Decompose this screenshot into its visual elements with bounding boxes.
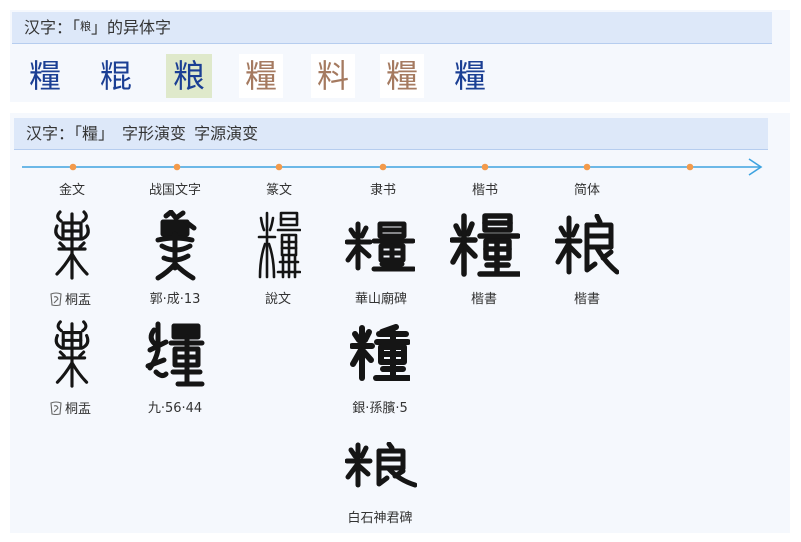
glyph-jianti [555,214,619,275]
variant-char-selected[interactable]: 粮 [166,54,212,98]
stage-label-lishu: 隶书 [369,183,396,198]
variants-header-suffix: 」的异体字 [91,18,172,37]
stage-label-zhuanwen: 篆文 [265,183,292,198]
caption-lishu: 白石神君碑 [347,511,413,526]
caption-text: 桐盂 [64,402,91,417]
caption-jinwen: 桐盂 [20,400,120,419]
timeline-dot [173,163,181,171]
glyph-jinwen [54,320,90,388]
glyph-kaishu [450,213,520,277]
caption-text: 桐盂 [64,293,91,308]
caption-zhanguo: 郭·成·13 [149,292,201,307]
variant-char-image[interactable]: 糧 [380,54,424,98]
timeline-dot [481,163,489,171]
timeline [22,158,763,176]
timeline-dot [686,163,694,171]
caption-lishu: 華山廟碑 [354,292,407,307]
timeline-dot [583,163,591,171]
glyph-zhuanwen [257,211,301,279]
variants-header: 汉字：「粮」的异体字 [12,12,772,44]
variants-header-char-image: 粮 [80,20,92,33]
caption-kaishu: 楷書 [470,292,497,307]
variants-header-prefix: 汉字：「 [24,18,81,37]
variant-char[interactable]: 䊐 [94,54,138,98]
timeline-dot [69,163,77,171]
bronze-inscription-icon [50,292,62,307]
source-evolution-link[interactable]: 字源演变 [194,124,258,143]
bronze-inscription-icon [50,401,62,416]
stage-label-zhanguo: 战国文字 [148,183,201,198]
glyph-lishu [350,324,410,381]
evolution-header: 汉字：「糧」 字形演变 字源演变 [14,118,768,150]
glyph-zhanguo [155,210,197,281]
caption-jinwen: 桐盂 [20,291,120,310]
variant-char[interactable]: 糧 [448,54,492,98]
stage-label-jianti: 简体 [573,183,600,198]
evolution-header-char: 糧 [82,124,99,143]
glyph-jinwen [54,210,90,280]
caption-zhanguo: 九·56·44 [147,401,203,416]
stage-label-kaishu: 楷书 [471,183,498,198]
glyph-lishu [345,221,415,272]
evolution-header-suffix: 」 [98,124,115,143]
glyph-lishu [345,442,417,488]
glyph-zhanguo [145,321,205,387]
caption-zhuanwen: 說文 [264,292,291,307]
stage-label-jinwen: 金文 [58,183,85,198]
timeline-dot [275,163,283,171]
variant-char-image[interactable]: 糧 [239,54,283,98]
variant-char[interactable]: 糧 [23,54,67,98]
caption-lishu: 銀·孫臏·5 [352,401,408,416]
caption-jianti: 楷書 [573,292,600,307]
glyph-evolution-title: 字形演变 [122,124,187,143]
evolution-header-prefix: 汉字：「 [26,124,83,143]
timeline-dot [379,163,387,171]
variant-char-image[interactable]: 料 [311,54,355,98]
